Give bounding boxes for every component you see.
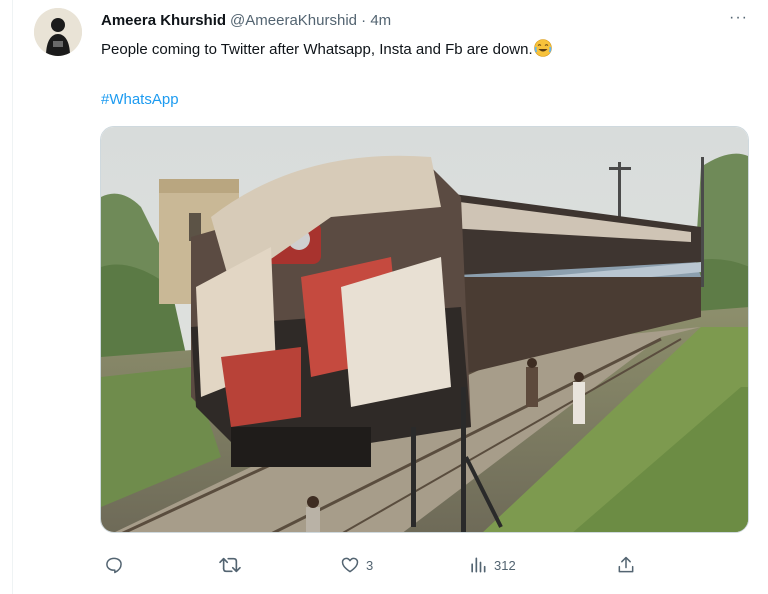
hashtag-link[interactable]: #WhatsApp — [101, 90, 179, 109]
share-icon — [616, 555, 636, 575]
views-count: 312 — [494, 557, 516, 573]
reply-icon — [104, 555, 124, 575]
avatar[interactable] — [34, 8, 82, 56]
tweet-header: Ameera Khurshid @AmeeraKhurshid · 4m — [101, 12, 391, 30]
views-button[interactable]: 312 — [468, 553, 516, 577]
retweet-icon — [218, 555, 242, 575]
tweet-body: People coming to Twitter after Whatsapp,… — [101, 41, 533, 58]
like-icon — [340, 555, 360, 575]
tweet-photo[interactable] — [100, 126, 749, 533]
like-count: 3 — [366, 557, 374, 573]
laughing-emoji-icon — [533, 39, 552, 57]
retweet-button[interactable] — [218, 553, 248, 577]
tweet-text: People coming to Twitter after Whatsapp,… — [101, 39, 552, 59]
more-options-icon[interactable]: ··· — [729, 9, 748, 27]
like-button[interactable]: 3 — [340, 553, 373, 577]
tweet-actions: 3 312 — [100, 553, 640, 577]
author-handle-time[interactable]: @AmeeraKhurshid · 4m — [230, 12, 391, 29]
reply-button[interactable] — [104, 553, 130, 577]
timeline-divider — [12, 0, 13, 594]
share-button[interactable] — [616, 553, 636, 577]
views-icon — [468, 555, 488, 575]
author-name[interactable]: Ameera Khurshid — [101, 12, 226, 29]
